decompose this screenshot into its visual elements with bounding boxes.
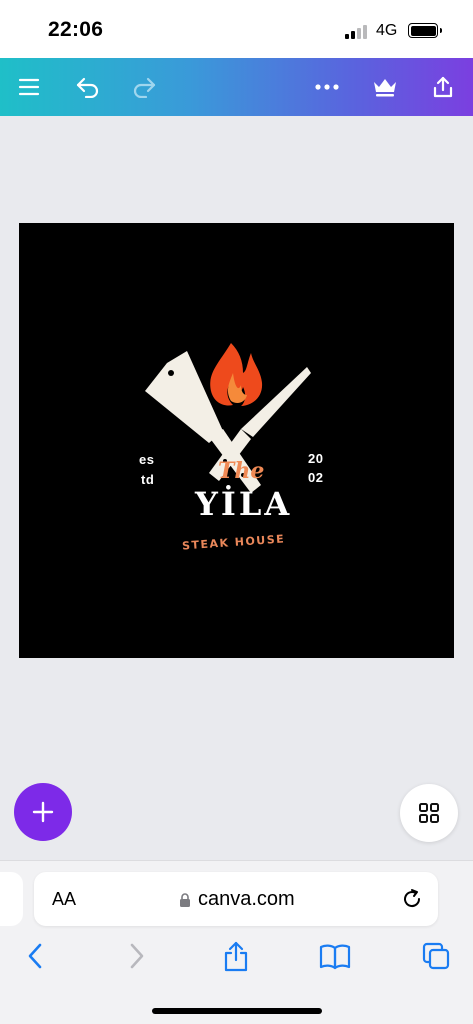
grid-icon <box>419 803 439 823</box>
crown-icon[interactable] <box>370 72 400 102</box>
more-icon[interactable] <box>312 72 342 102</box>
forward-icon[interactable] <box>119 938 155 974</box>
previous-tab-peek[interactable] <box>0 872 23 926</box>
redo-icon[interactable] <box>129 72 159 102</box>
est-label-right-1: 20 <box>308 451 324 466</box>
brand-name: YİLA <box>195 485 293 523</box>
undo-icon[interactable] <box>73 72 103 102</box>
editor-toolbar <box>0 58 473 116</box>
share-icon[interactable] <box>428 72 458 102</box>
menu-icon[interactable] <box>14 72 44 102</box>
add-element-button[interactable] <box>14 783 72 841</box>
cleaver-knife-logo-icon <box>145 343 311 493</box>
plus-icon <box>32 801 54 823</box>
est-label-left-2: td <box>141 472 155 487</box>
text-size-label: AA <box>52 889 77 909</box>
network-label: 4G <box>376 22 398 39</box>
tabs-icon[interactable] <box>418 938 454 974</box>
url-text[interactable]: canva.com <box>198 888 295 911</box>
design-canvas[interactable]: es td 20 02 The YİLA STEAK HOUSE <box>19 223 454 658</box>
est-label-left-1: es <box>139 452 155 467</box>
status-time: 22:06 <box>48 18 104 41</box>
address-bar[interactable]: AA canva.com <box>34 872 438 926</box>
bookmarks-icon[interactable] <box>317 938 353 974</box>
reload-icon[interactable] <box>400 887 424 911</box>
home-indicator <box>152 1008 322 1014</box>
pages-grid-button[interactable] <box>400 784 458 842</box>
text-size-button[interactable]: AA <box>52 889 76 910</box>
battery-icon <box>408 23 442 38</box>
back-icon[interactable] <box>17 938 53 974</box>
signal-icon <box>345 25 369 39</box>
flame-icon <box>210 343 263 406</box>
brand-the-text: The <box>218 458 265 484</box>
est-label-right-2: 02 <box>308 470 324 485</box>
share-sheet-icon[interactable] <box>218 938 254 974</box>
status-bar: 22:06 4G <box>0 0 473 58</box>
lock-icon <box>180 893 190 907</box>
